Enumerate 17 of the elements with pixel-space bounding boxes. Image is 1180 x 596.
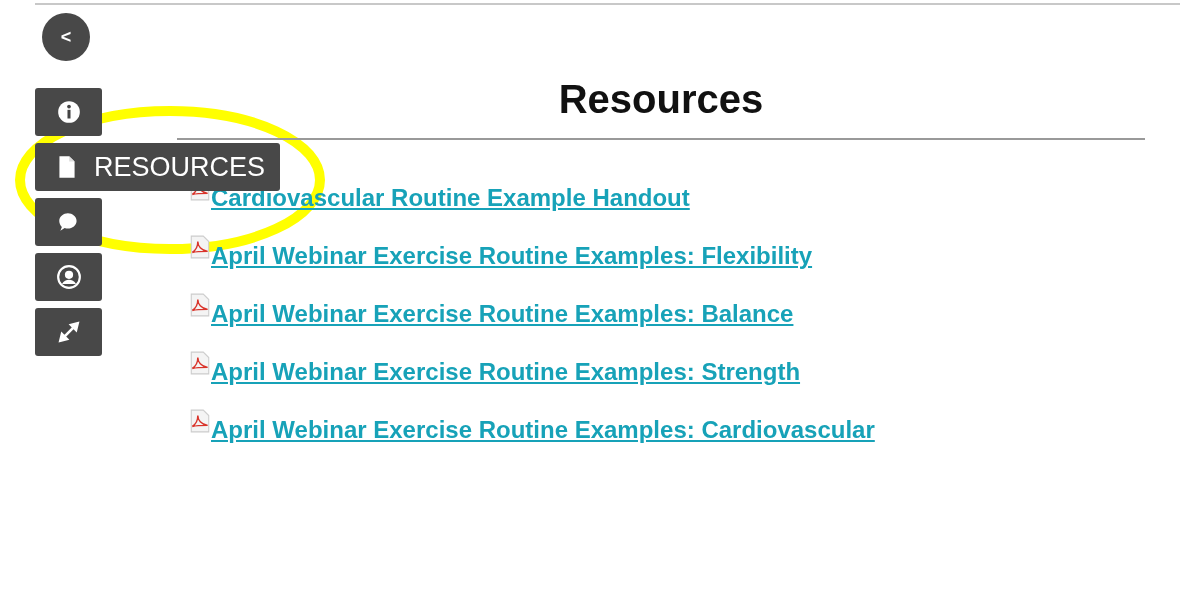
sidebar-button[interactable] xyxy=(35,308,102,356)
user-icon xyxy=(55,264,82,290)
document-link[interactable]: April Webinar Exercise Routine Examples: Strength xyxy=(211,357,801,387)
pdf-icon xyxy=(189,293,211,317)
pdf-icon xyxy=(189,235,211,259)
pdf-icon xyxy=(189,351,211,375)
pdf-icon xyxy=(189,409,211,433)
info-icon xyxy=(55,99,82,125)
back-button[interactable]: < xyxy=(42,13,90,61)
page-title: Resources xyxy=(557,76,765,123)
sidebar-tooltip[interactable]: RESOURCES xyxy=(35,143,280,191)
document-link[interactable]: April Webinar Exercise Routine Examples: Flexibility xyxy=(211,241,813,271)
sidebar-button[interactable] xyxy=(35,88,102,136)
document-link[interactable]: April Webinar Exercise Routine Examples: Cardiovascular xyxy=(211,415,875,445)
document-link[interactable]: April Webinar Exercise Routine Examples: Balance xyxy=(211,299,794,329)
sidebar-button[interactable] xyxy=(35,253,102,301)
sidebar-button[interactable] xyxy=(35,198,102,246)
